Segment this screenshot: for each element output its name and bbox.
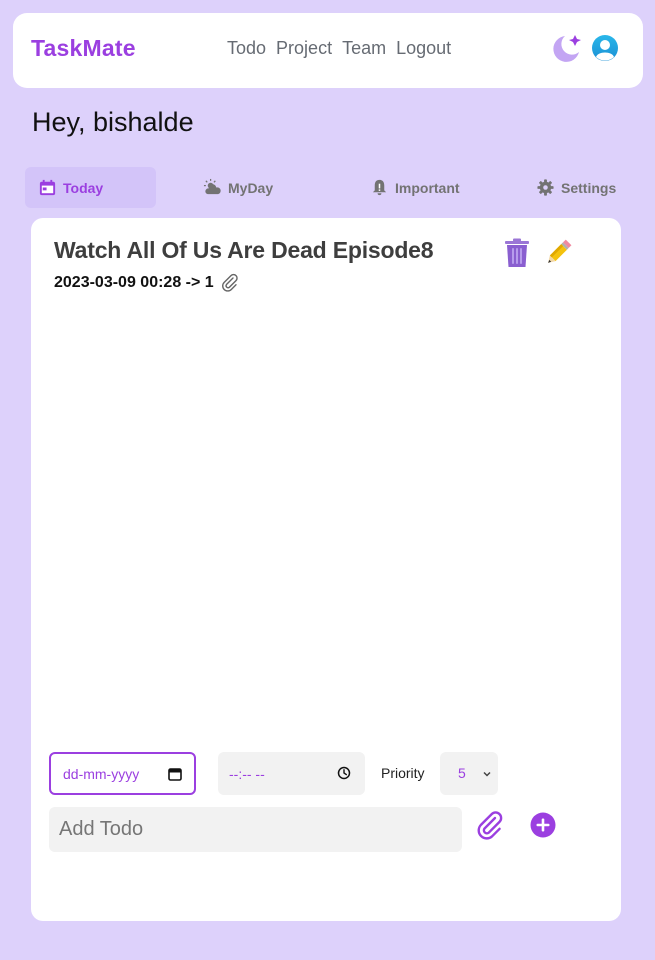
clock-icon[interactable] bbox=[337, 766, 351, 780]
todo-meta: 2023-03-09 00:28 -> 1 bbox=[54, 273, 240, 293]
attach-paperclip-icon[interactable] bbox=[475, 810, 505, 842]
add-todo-input[interactable] bbox=[49, 807, 462, 852]
calendar-picker-icon[interactable] bbox=[168, 767, 182, 781]
user-avatar-icon[interactable] bbox=[591, 34, 619, 62]
priority-label: Priority bbox=[381, 765, 425, 781]
paperclip-icon[interactable] bbox=[220, 273, 240, 293]
add-plus-icon[interactable] bbox=[529, 811, 557, 839]
tab-today-label: Today bbox=[63, 179, 104, 196]
chevron-down-icon bbox=[483, 771, 491, 777]
moon-icon[interactable] bbox=[549, 32, 583, 66]
tab-settings-label: Settings bbox=[561, 179, 617, 196]
todo-title: Watch All Of Us Are Dead Episode8 bbox=[54, 237, 434, 263]
time-placeholder: --:-- -- bbox=[229, 765, 265, 782]
time-input[interactable]: --:-- -- bbox=[218, 752, 365, 795]
nav-logout[interactable]: Logout bbox=[396, 38, 451, 59]
tab-settings[interactable]: Settings bbox=[536, 167, 625, 208]
nav-links: Todo Project Team Logout bbox=[227, 38, 451, 59]
todo-card: Watch All Of Us Are Dead Episode8 2023-0… bbox=[31, 218, 621, 921]
nav-project[interactable]: Project bbox=[276, 38, 332, 59]
tab-today[interactable]: Today bbox=[25, 167, 156, 208]
todo-datetime: 2023-03-09 00:28 -> 1 bbox=[54, 274, 214, 291]
pencil-edit-icon[interactable] bbox=[542, 237, 574, 269]
tab-myday[interactable]: MyDay bbox=[203, 167, 323, 208]
nav-team[interactable]: Team bbox=[342, 38, 386, 59]
trash-icon[interactable] bbox=[504, 238, 530, 268]
priority-value: 5 bbox=[458, 765, 466, 781]
priority-select[interactable]: 5 bbox=[440, 752, 498, 795]
tab-important-label: Important bbox=[395, 179, 460, 196]
nav-todo[interactable]: Todo bbox=[227, 38, 266, 59]
cloud-sun-icon bbox=[203, 178, 221, 195]
tab-myday-label: MyDay bbox=[228, 179, 274, 196]
gear-icon bbox=[537, 179, 554, 196]
brand-logo[interactable]: TaskMate bbox=[31, 35, 136, 62]
greeting-heading: Hey, bishalde bbox=[32, 107, 194, 137]
date-placeholder: dd-mm-yyyy bbox=[63, 765, 140, 782]
bell-alert-icon bbox=[372, 179, 387, 196]
tab-important[interactable]: Important bbox=[370, 167, 510, 208]
tab-bar: Today MyDay Important Settings bbox=[25, 167, 625, 208]
date-input[interactable]: dd-mm-yyyy bbox=[49, 752, 196, 795]
calendar-icon bbox=[39, 179, 56, 196]
top-navbar: TaskMate Todo Project Team Logout bbox=[13, 13, 643, 88]
